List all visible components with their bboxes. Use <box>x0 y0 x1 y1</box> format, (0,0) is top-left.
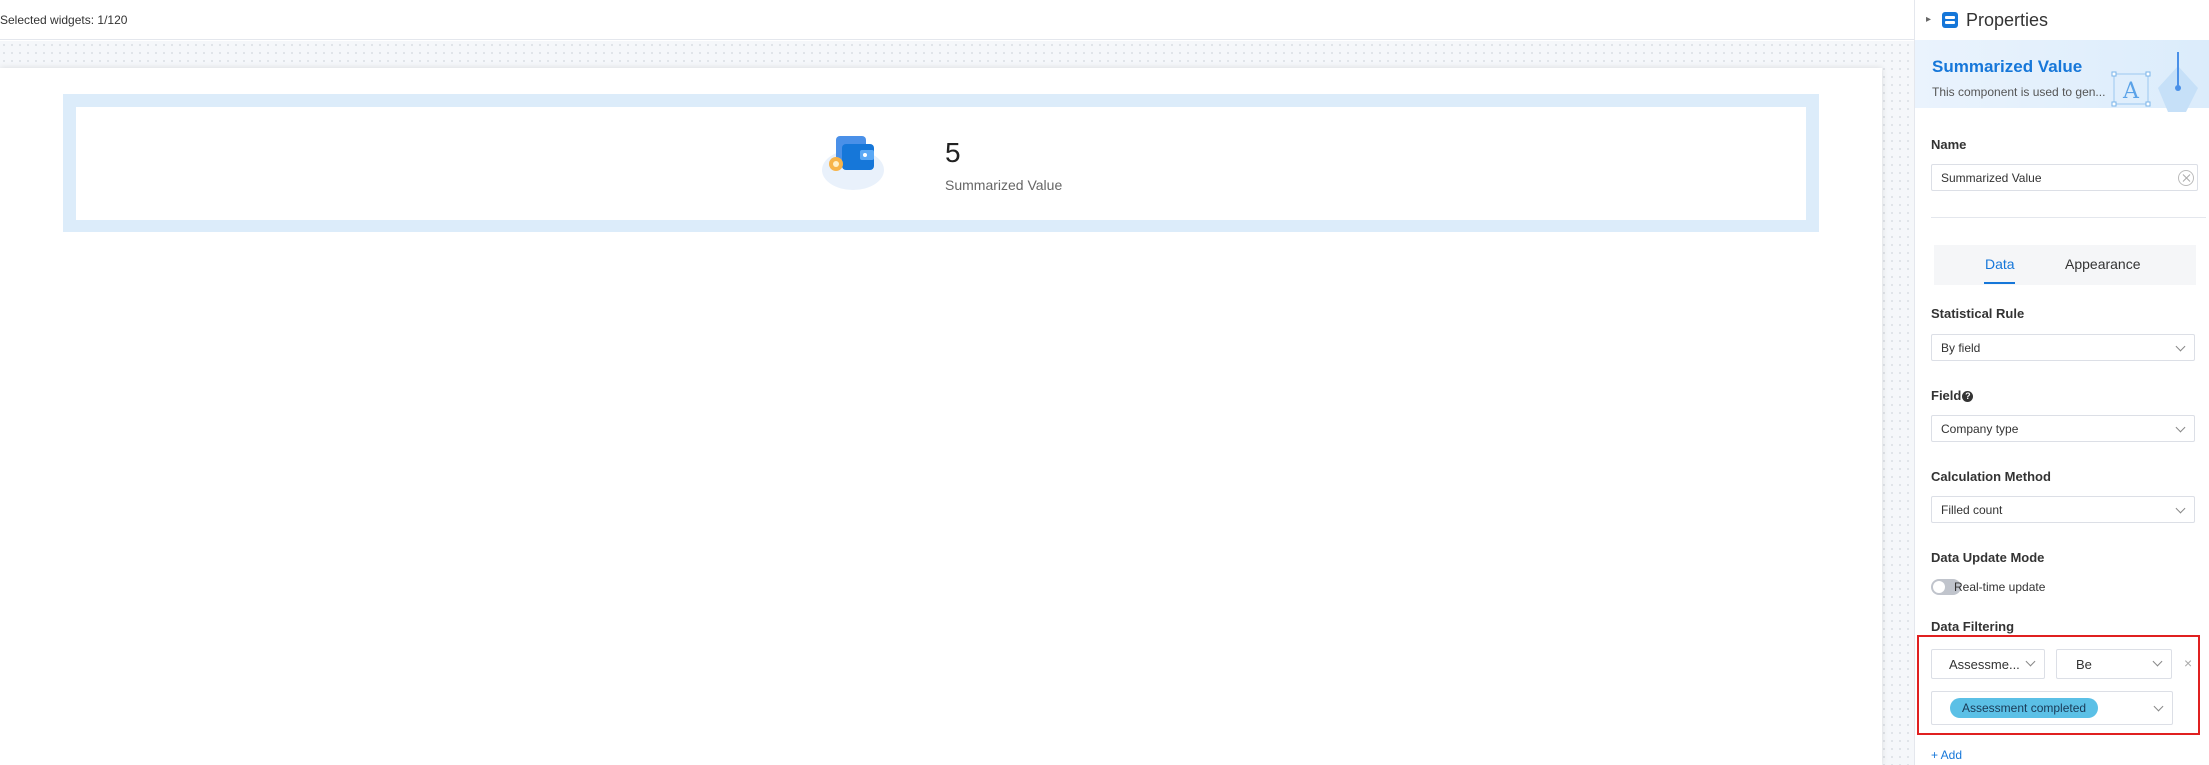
property-tabs: Data Appearance <box>1934 245 2196 285</box>
collapse-caret-icon[interactable]: ▸ <box>1926 14 1931 25</box>
filter-operator-value: Be <box>2076 657 2092 672</box>
tab-appearance[interactable]: Appearance <box>2065 256 2141 272</box>
panel-header: ▸ Properties <box>1915 0 2209 40</box>
statistical-rule-value: By field <box>1941 341 1981 355</box>
summarized-value-widget[interactable] <box>76 107 1806 220</box>
field-label-text: Field <box>1931 388 1962 403</box>
statistical-rule-select[interactable]: By field <box>1931 334 2195 361</box>
add-filter-button[interactable]: + Add <box>1931 748 1962 762</box>
chevron-down-icon <box>2152 656 2163 667</box>
filter-operator-select[interactable]: Be <box>2056 649 2172 679</box>
app-root: Selected widgets: 1/120 5 Summarized Val… <box>0 0 2209 765</box>
name-input[interactable]: Summarized Value <box>1931 164 2198 191</box>
active-tab-indicator <box>1984 282 2015 284</box>
chevron-down-icon <box>2153 701 2164 712</box>
section-divider <box>1931 217 2206 218</box>
filter-field-select[interactable]: Assessme... <box>1931 649 2045 679</box>
wallet-icon <box>822 136 884 190</box>
canvas-toolbar: Selected widgets: 1/120 <box>0 0 1914 40</box>
panel-title: Properties <box>1966 10 2049 30</box>
selected-widgets-count: Selected widgets: 1/120 <box>0 13 128 27</box>
statistical-rule-label: Statistical Rule <box>1931 306 2025 321</box>
text-component-illustration: A <box>2111 52 2198 112</box>
field-value: Company type <box>1941 422 2019 436</box>
calculation-method-select[interactable]: Filled count <box>1931 496 2195 523</box>
summarized-value-number: 5 <box>945 137 961 168</box>
clear-icon[interactable] <box>2178 170 2194 186</box>
help-icon[interactable]: ? <box>1962 391 1974 402</box>
filter-value-tag[interactable]: Assessment completed <box>1950 698 2099 718</box>
svg-text:A: A <box>2122 79 2140 104</box>
chevron-down-icon <box>2175 422 2186 433</box>
chevron-down-icon <box>2025 656 2036 667</box>
component-description: This component is used to gen... <box>1932 85 2106 99</box>
filter-values-select[interactable]: Assessment completed <box>1931 691 2173 725</box>
field-label: Field? <box>1931 388 1974 403</box>
component-title: Summarized Value <box>1932 57 2083 76</box>
field-select[interactable]: Company type <box>1931 415 2195 442</box>
calculation-method-label: Calculation Method <box>1931 469 2051 484</box>
realtime-update-label: Real-time update <box>1954 580 2046 594</box>
chevron-down-icon <box>2175 503 2186 514</box>
name-input-value: Summarized Value <box>1941 171 2042 185</box>
data-update-mode-label: Data Update Mode <box>1931 550 2045 565</box>
name-label: Name <box>1931 137 1967 152</box>
filter-field-value: Assessme... <box>1949 657 2020 672</box>
summarized-value-label: Summarized Value <box>945 177 1063 193</box>
close-icon[interactable]: × <box>2184 655 2192 671</box>
calculation-method-value: Filled count <box>1941 503 2003 517</box>
tab-data[interactable]: Data <box>1985 256 2015 272</box>
data-filtering-label: Data Filtering <box>1931 619 2015 634</box>
properties-icon <box>1942 12 1958 28</box>
chevron-down-icon <box>2175 341 2186 352</box>
